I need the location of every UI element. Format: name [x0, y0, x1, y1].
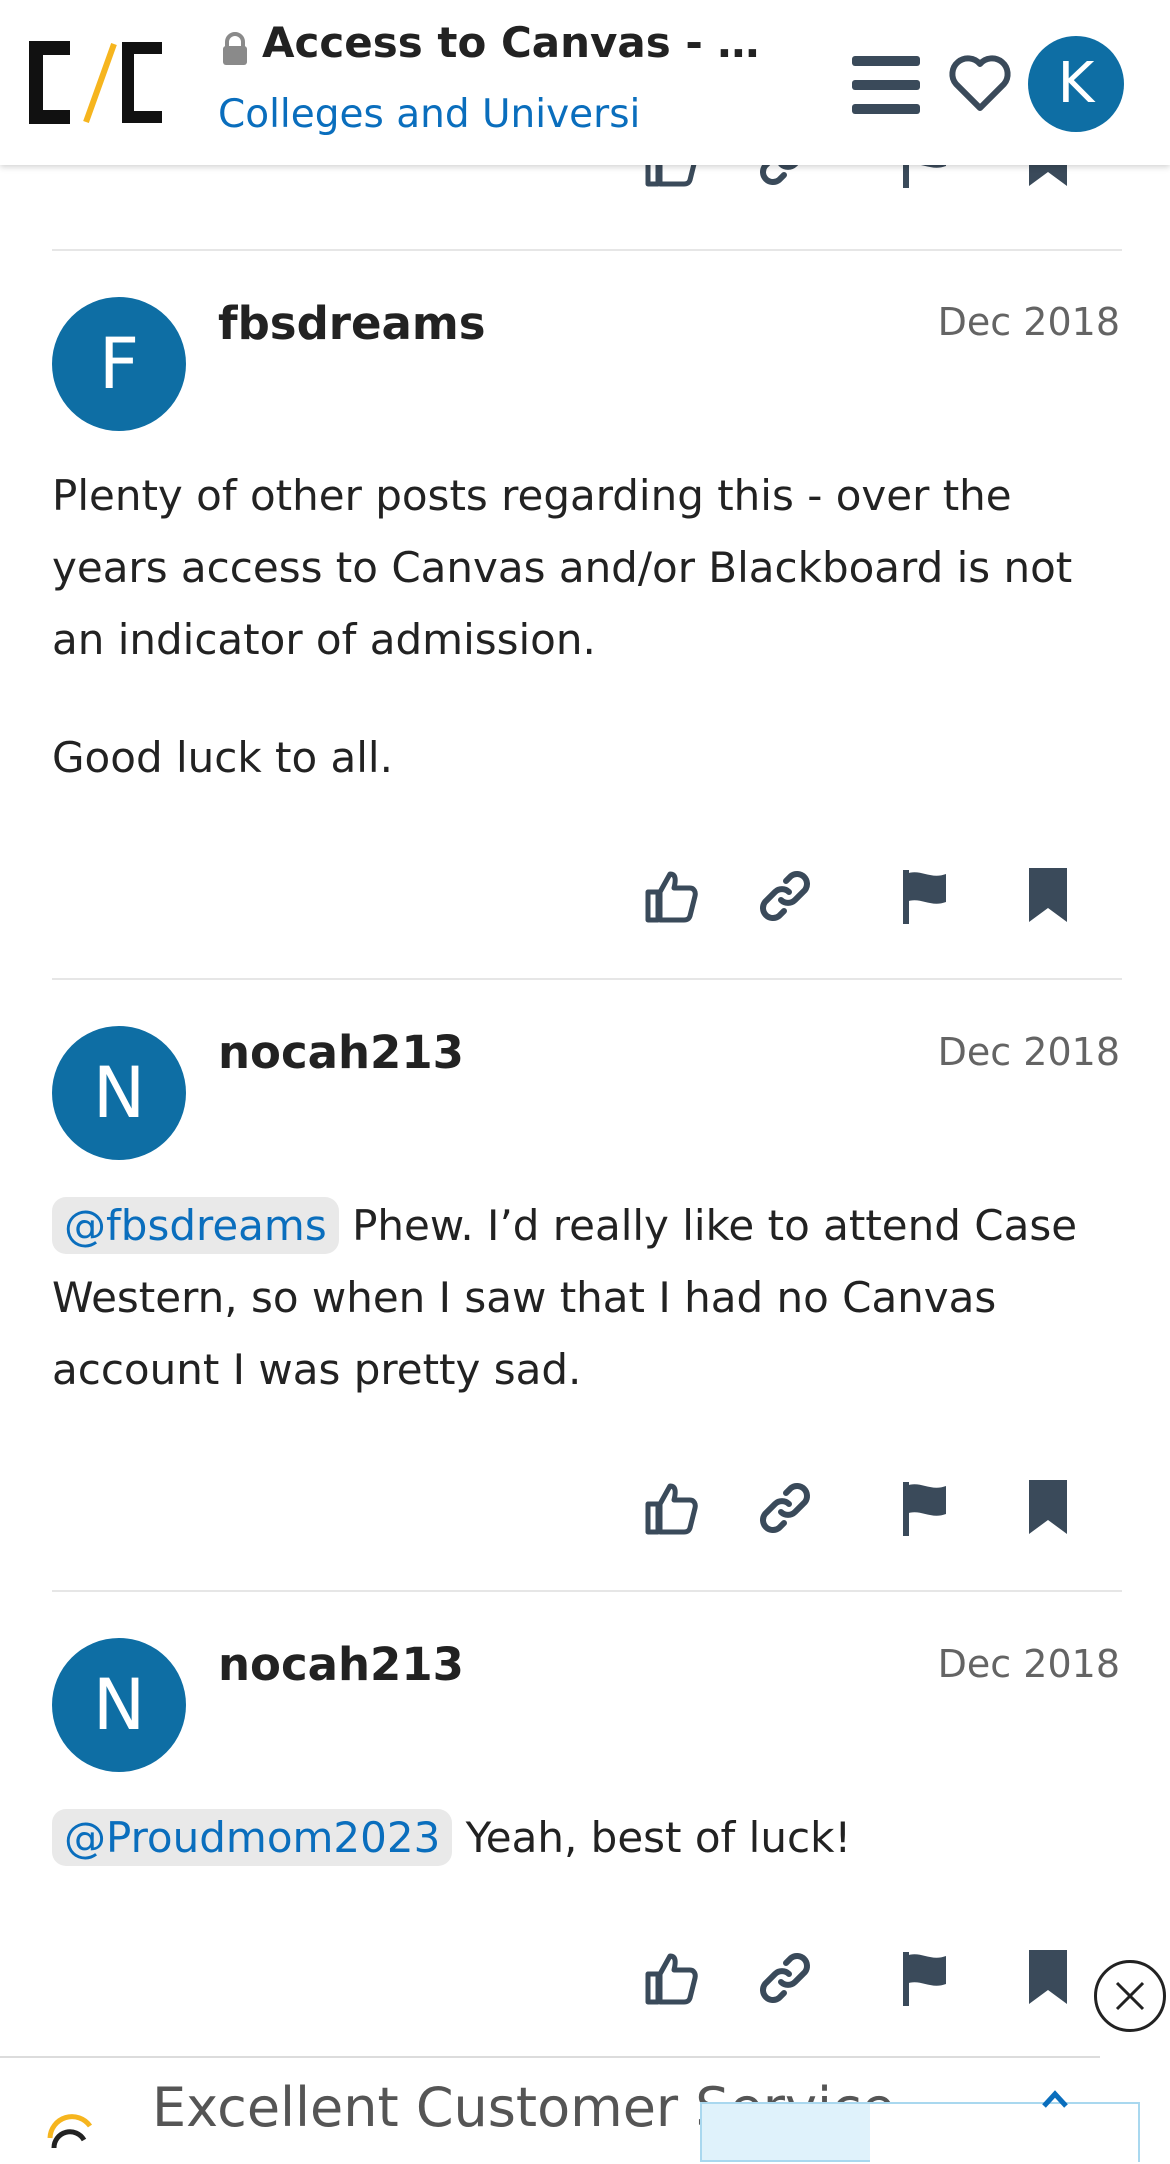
post-body: Plenty of other posts regarding this - o…: [52, 460, 1122, 794]
avatar[interactable]: N: [52, 1026, 186, 1160]
post-date[interactable]: Dec 2018: [938, 300, 1120, 344]
bookmark-icon[interactable]: [1025, 866, 1071, 926]
heart-icon[interactable]: [948, 52, 1012, 114]
topic-title[interactable]: Access to Canvas - …: [262, 18, 759, 67]
post-date[interactable]: Dec 2018: [938, 1642, 1120, 1686]
post-date[interactable]: Dec 2018: [938, 1030, 1120, 1074]
user-avatar[interactable]: K: [1028, 36, 1124, 132]
post-paragraph: Plenty of other posts regarding this - o…: [52, 471, 1073, 664]
username[interactable]: fbsdreams: [218, 297, 486, 350]
menu-icon[interactable]: [850, 52, 922, 118]
link-icon[interactable]: [755, 1478, 815, 1538]
post-actions: [0, 1948, 1170, 2018]
user-mention[interactable]: @Proudmom2023: [52, 1809, 453, 1866]
bookmark-icon[interactable]: [1025, 1478, 1071, 1538]
username[interactable]: nocah213: [218, 1638, 464, 1691]
flag-icon[interactable]: [900, 866, 952, 926]
username[interactable]: nocah213: [218, 1026, 464, 1079]
top-header: Access to Canvas - … Colleges and Univer…: [0, 0, 1170, 165]
post-text: Yeah, best of luck!: [452, 1813, 852, 1862]
close-icon: [1115, 1981, 1145, 2011]
chevron-up-icon[interactable]: [1040, 2090, 1070, 2110]
flag-icon[interactable]: [900, 1478, 952, 1538]
post-divider: [52, 1590, 1122, 1592]
post-paragraph: @fbsdreams Phew. I’d really like to atte…: [52, 1190, 1122, 1406]
ad-close-button[interactable]: [1094, 1960, 1166, 2032]
topic-category[interactable]: Colleges and Universi: [218, 92, 640, 137]
post-divider: [52, 978, 1122, 980]
like-icon[interactable]: [640, 866, 700, 926]
post-body: @Proudmom2023 Yeah, best of luck!: [52, 1802, 1122, 1874]
post-actions: [0, 866, 1170, 936]
site-logo[interactable]: [28, 40, 168, 125]
avatar[interactable]: N: [52, 1638, 186, 1772]
post-body: @fbsdreams Phew. I’d really like to atte…: [52, 1190, 1122, 1406]
lock-icon: [223, 32, 247, 65]
ad-banner-panel: [870, 2104, 1138, 2164]
like-icon[interactable]: [640, 1478, 700, 1538]
ad-divider: [0, 2056, 1100, 2058]
flag-icon[interactable]: [900, 1948, 952, 2008]
like-icon[interactable]: [640, 1948, 700, 2008]
link-icon[interactable]: [755, 866, 815, 926]
post-actions: [0, 1478, 1170, 1548]
link-icon[interactable]: [755, 1948, 815, 2008]
bookmark-icon[interactable]: [1025, 1948, 1071, 2008]
avatar[interactable]: F: [52, 297, 186, 431]
post-paragraph: @Proudmom2023 Yeah, best of luck!: [52, 1802, 1122, 1874]
user-mention[interactable]: @fbsdreams: [52, 1197, 339, 1254]
ad-logo-icon: [47, 2114, 93, 2148]
post-paragraph: Good luck to all.: [52, 733, 393, 782]
post-divider: [52, 249, 1122, 251]
